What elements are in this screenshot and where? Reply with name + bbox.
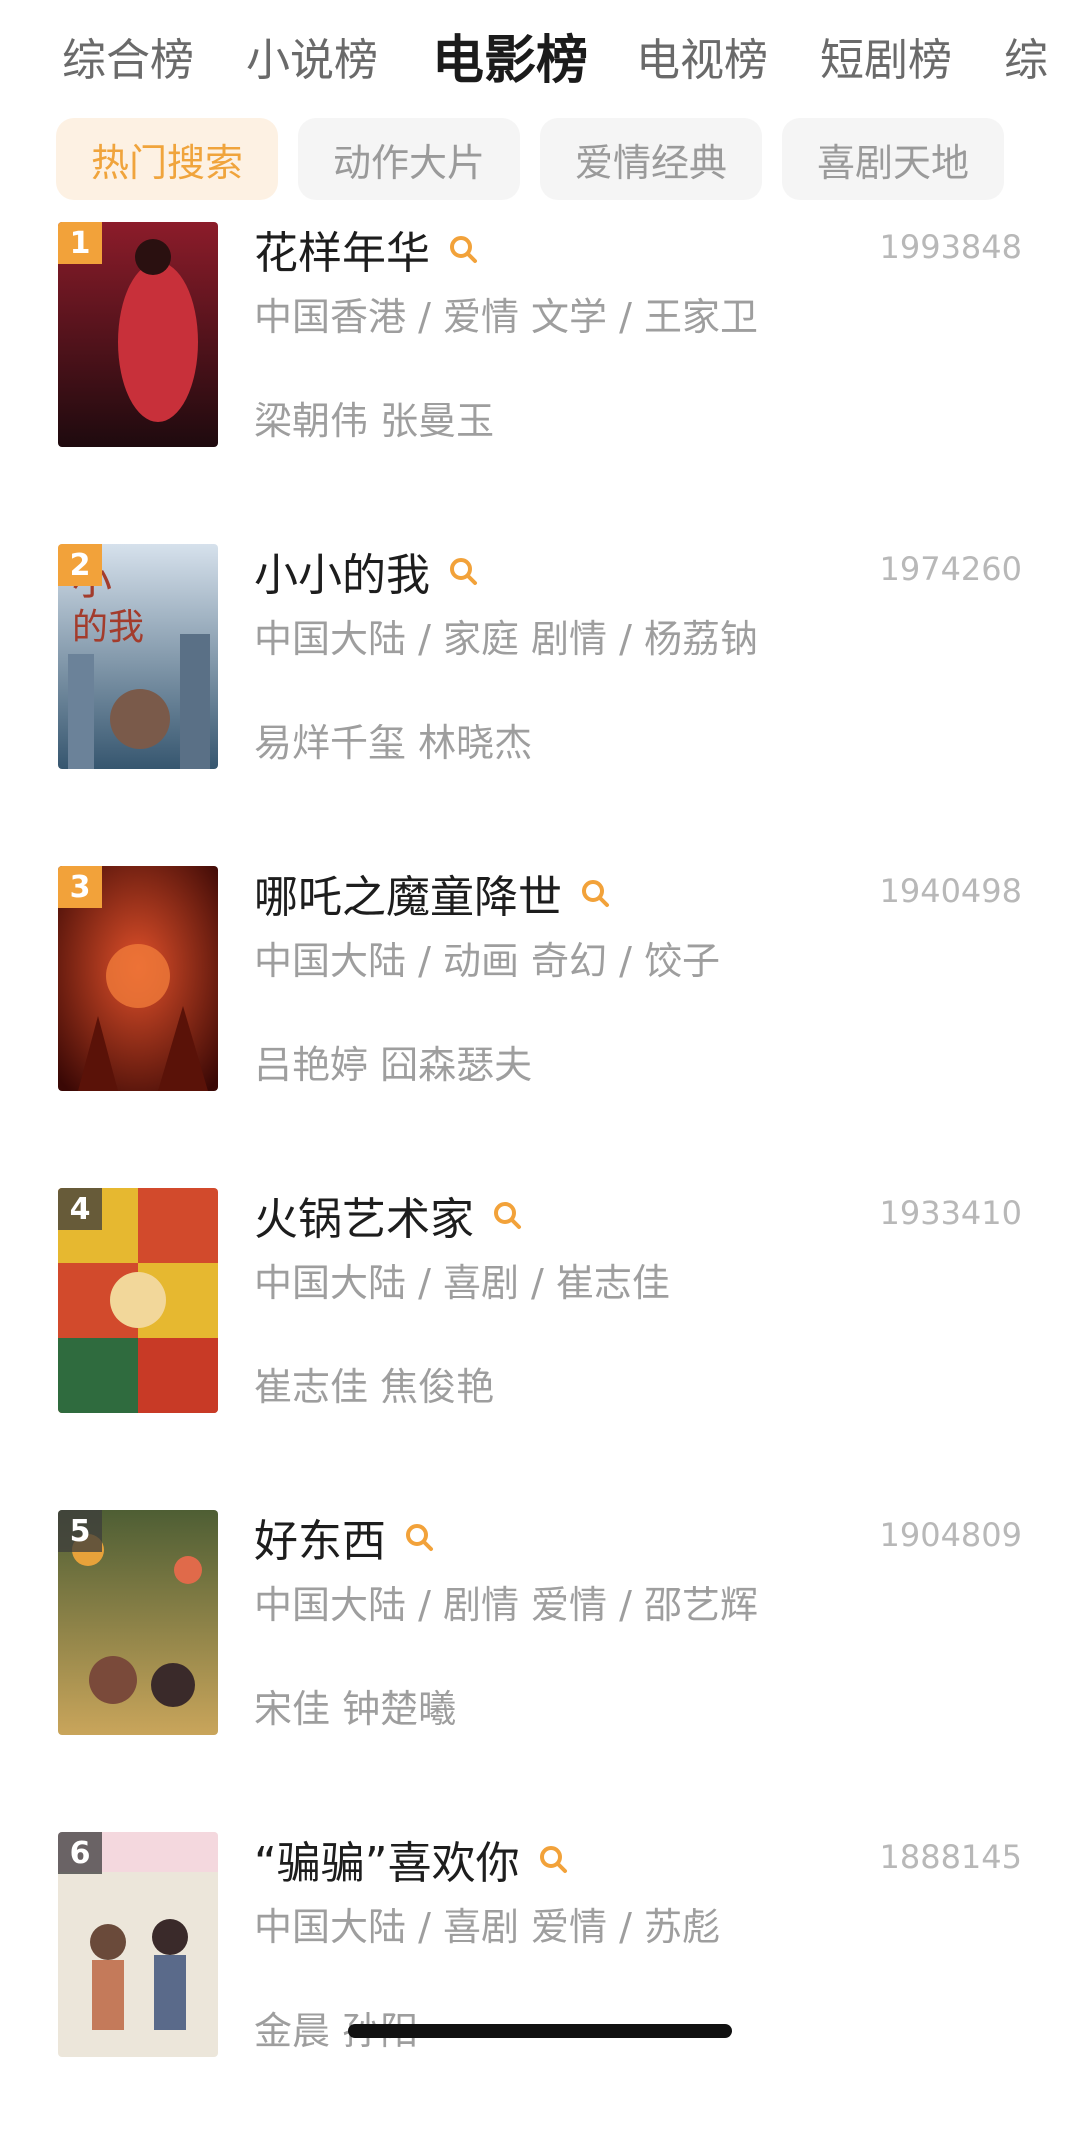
movie-item[interactable]: 1 花样年华 1993848 中国香港 / 爱情 文学 / 王家卫 梁朝伟 张曼… [0, 222, 1080, 544]
category-filters: 热门搜索 动作大片 爱情经典 喜剧天地 [0, 118, 1080, 202]
movie-meta: 中国大陆 / 喜剧 爱情 / 苏彪 [254, 1905, 721, 1949]
tab-short-drama[interactable]: 短剧榜 [820, 24, 952, 88]
ranking-tabs: 综合榜 小说榜 电影榜 电视榜 短剧榜 综 [0, 0, 1080, 110]
rank-badge: 1 [58, 222, 102, 264]
movie-item[interactable]: 3 哪吒之魔童降世 1940498 中国大陆 / 动画 奇幻 / 饺子 吕艳婷 … [0, 866, 1080, 1188]
search-icon[interactable] [448, 234, 478, 264]
movie-item[interactable]: 4 火锅艺术家 1933410 中国大陆 / 喜剧 / 崔志佳 崔志佳 焦俊艳 [0, 1188, 1080, 1510]
search-icon[interactable] [492, 1200, 522, 1230]
tab-variety-partial[interactable]: 综 [1004, 24, 1048, 88]
rank-badge: 6 [58, 1832, 102, 1874]
tab-overall[interactable]: 综合榜 [62, 24, 194, 88]
movie-title[interactable]: 哪吒之魔童降世 [254, 861, 562, 925]
movie-title[interactable]: “骗骗”喜欢你 [254, 1827, 520, 1891]
movie-poster[interactable]: 5 [58, 1510, 218, 1735]
movie-poster[interactable]: 6 [58, 1832, 218, 2057]
movie-poster[interactable]: 4 [58, 1188, 218, 1413]
hot-score: 1974260 [879, 550, 1022, 588]
movie-item[interactable]: 5 好东西 1904809 中国大陆 / 剧情 爱情 / 邵艺辉 宋佳 钟楚曦 [0, 1510, 1080, 1832]
movie-cast: 梁朝伟 张曼玉 [254, 399, 495, 443]
home-indicator[interactable] [348, 2024, 732, 2038]
movie-item[interactable]: 6 “骗骗”喜欢你 1888145 中国大陆 / 喜剧 爱情 / 苏彪 金晨 孙… [0, 1832, 1080, 2154]
filter-action[interactable]: 动作大片 [298, 118, 520, 200]
movie-meta: 中国大陆 / 剧情 爱情 / 邵艺辉 [254, 1583, 759, 1627]
movie-meta: 中国大陆 / 喜剧 / 崔志佳 [254, 1261, 670, 1305]
hot-score: 1933410 [879, 1194, 1022, 1232]
movie-cast: 吕艳婷 囧森瑟夫 [254, 1043, 533, 1087]
movie-meta: 中国香港 / 爱情 文学 / 王家卫 [254, 295, 759, 339]
tab-movie[interactable]: 电影榜 [432, 18, 588, 93]
movie-title[interactable]: 花样年华 [254, 217, 430, 281]
rank-badge: 2 [58, 544, 102, 586]
movie-title[interactable]: 火锅艺术家 [254, 1183, 474, 1247]
movie-cast: 易烊千玺 林晓杰 [254, 721, 533, 765]
tab-tv[interactable]: 电视榜 [636, 24, 768, 88]
rank-badge: 5 [58, 1510, 102, 1552]
rank-badge: 4 [58, 1188, 102, 1230]
movie-title[interactable]: 小小的我 [254, 539, 430, 603]
movie-title[interactable]: 好东西 [254, 1505, 386, 1569]
tab-novel[interactable]: 小说榜 [246, 24, 378, 88]
movie-cast: 崔志佳 焦俊艳 [254, 1365, 495, 1409]
search-icon[interactable] [580, 878, 610, 908]
search-icon[interactable] [448, 556, 478, 586]
search-icon[interactable] [538, 1844, 568, 1874]
hot-score: 1888145 [879, 1838, 1022, 1876]
movie-poster[interactable]: 3 [58, 866, 218, 1091]
search-icon[interactable] [404, 1522, 434, 1552]
filter-comedy[interactable]: 喜剧天地 [782, 118, 1004, 200]
movie-poster[interactable]: 1 [58, 222, 218, 447]
movie-item[interactable]: 小 的我 2 小小的我 1974260 中国大陆 / 家庭 剧情 / 杨荔钠 易… [0, 544, 1080, 866]
filter-hot-search[interactable]: 热门搜索 [56, 118, 278, 200]
hot-score: 1993848 [879, 228, 1022, 266]
movie-cast: 宋佳 钟楚曦 [254, 1687, 457, 1731]
hot-score: 1940498 [879, 872, 1022, 910]
movie-meta: 中国大陆 / 动画 奇幻 / 饺子 [254, 939, 721, 983]
filter-romance[interactable]: 爱情经典 [540, 118, 762, 200]
movie-meta: 中国大陆 / 家庭 剧情 / 杨荔钠 [254, 617, 759, 661]
movie-poster[interactable]: 小 的我 2 [58, 544, 218, 769]
rank-badge: 3 [58, 866, 102, 908]
svg-text:的我: 的我 [72, 607, 144, 648]
hot-score: 1904809 [879, 1516, 1022, 1554]
